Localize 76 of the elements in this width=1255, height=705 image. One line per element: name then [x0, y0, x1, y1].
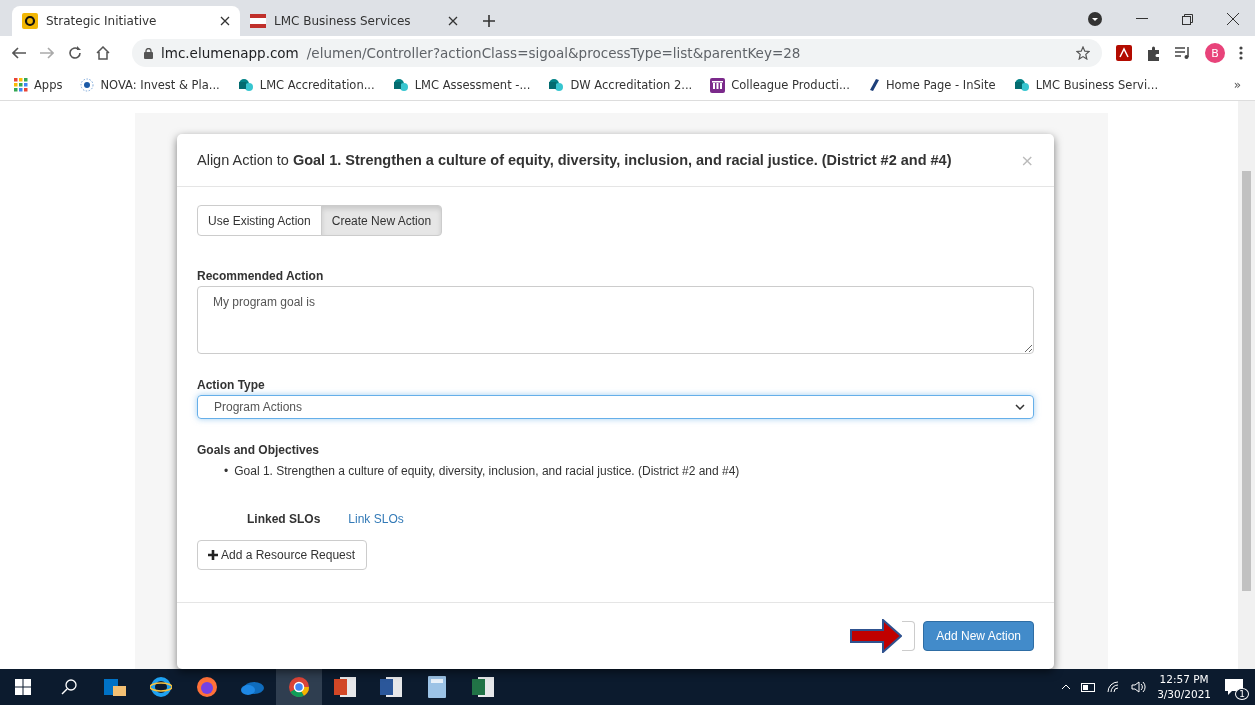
close-icon[interactable]: [1227, 13, 1239, 25]
pdf-icon[interactable]: [1116, 45, 1132, 61]
back-icon[interactable]: [12, 47, 26, 59]
windows-icon: [15, 679, 31, 695]
cloud-icon: [548, 78, 565, 92]
browser-icon[interactable]: [288, 676, 310, 698]
bullet: •: [224, 463, 229, 479]
action-type-select[interactable]: Program Actions: [197, 395, 1034, 419]
chevron-icon[interactable]: [1061, 684, 1072, 690]
bookmark[interactable]: LMC Business Servi...: [1013, 78, 1159, 92]
browser-tab[interactable]: Strategic Initiative: [12, 6, 240, 36]
cloud-icon: [1013, 78, 1030, 92]
bookmark[interactable]: NOVA: Invest & Pla...: [80, 78, 220, 92]
plus-icon[interactable]: [482, 14, 496, 28]
arrow-icon: [850, 619, 903, 653]
close-icon[interactable]: [448, 16, 458, 26]
link-slos-link[interactable]: Link SLOs: [348, 512, 404, 526]
notification-count: 1: [1235, 688, 1249, 700]
globe-icon[interactable]: [150, 676, 172, 698]
menu-icon[interactable]: [1239, 46, 1243, 60]
add-new-action-button[interactable]: Add New Action: [923, 621, 1034, 651]
field-label: Recommended Action: [197, 269, 325, 283]
bookmark[interactable]: LMC Accreditation...: [237, 78, 375, 92]
profile-menu-icon[interactable]: [1088, 12, 1102, 26]
more-bookmarks[interactable]: »: [1233, 78, 1241, 92]
building-icon: [710, 77, 726, 93]
restore-icon[interactable]: [1182, 13, 1193, 25]
lock-icon: [144, 47, 153, 59]
minimize-icon[interactable]: [1136, 18, 1148, 20]
slides-icon[interactable]: [334, 677, 356, 697]
url-host: lmc.elumenapp.com: [161, 45, 299, 61]
puzzle-icon[interactable]: [1146, 45, 1161, 61]
recommended-action-field[interactable]: My program goal is: [197, 286, 1034, 354]
browser-tab[interactable]: LMC Business Services: [240, 6, 468, 36]
cloud-icon: [392, 78, 409, 92]
bookmark[interactable]: Apps: [14, 78, 63, 92]
field-label: Action Type: [197, 378, 266, 392]
home-icon[interactable]: [96, 46, 110, 60]
grid-icon: [14, 78, 28, 92]
add-resource-button[interactable]: Add a Resource Request: [197, 540, 368, 570]
mail-icon[interactable]: [104, 677, 126, 697]
taskbar-app[interactable]: [276, 669, 322, 705]
address-bar[interactable]: lmc.elumenapp.com /elumen/Controller?actionClass=sigoal&processType=list&parentKey=28: [132, 39, 1102, 67]
reload-icon[interactable]: [68, 46, 82, 60]
modal-title: Align Action to Goal 1. Strengthen a culture of equity, diversity, inclusion, and racial justice. (District #2 and #4): [197, 152, 953, 168]
bookmark[interactable]: Home Page - InSite: [867, 78, 996, 92]
search-icon: [61, 679, 77, 695]
document-icon[interactable]: [380, 677, 402, 697]
profile-avatar[interactable]: B: [1205, 43, 1225, 63]
url-path: /elumen/Controller?actionClass=sigoal&processType=list&parentKey=28: [306, 45, 801, 61]
field-label: Linked SLOs: [247, 512, 321, 526]
playlist-icon[interactable]: [1175, 47, 1191, 59]
logo-icon: [22, 13, 38, 29]
goal-item: Goal 1. Strengthen a culture of equity, diversity, inclusion, and racial justice. (District #2 and #4): [234, 463, 740, 479]
cloud-icon: [237, 78, 254, 92]
bookmark[interactable]: DW Accreditation 2...: [548, 78, 693, 92]
battery-icon[interactable]: [1081, 682, 1098, 692]
fox-icon[interactable]: [196, 676, 218, 698]
bookmark[interactable]: Colleague Producti...: [710, 77, 850, 93]
clock[interactable]: 12:57 PM 3/30/2021: [1157, 672, 1211, 702]
bookmark[interactable]: LMC Assessment -...: [392, 78, 531, 92]
pen-icon: [867, 78, 880, 92]
plus-icon: [208, 550, 218, 560]
star-icon[interactable]: [1076, 46, 1090, 60]
logo-icon: [250, 14, 266, 28]
notification-icon[interactable]: [1224, 678, 1244, 696]
scrollbar[interactable]: [1238, 101, 1255, 669]
close-icon[interactable]: [220, 16, 230, 26]
toggle-button[interactable]: Use Existing Action: [197, 205, 322, 236]
chevron-icon: [1015, 404, 1025, 410]
cloud-icon[interactable]: [240, 679, 266, 695]
sun-icon: [80, 78, 95, 92]
section-heading: Goals and Objectives: [197, 443, 321, 457]
speaker-icon[interactable]: [1131, 681, 1148, 693]
toggle-button[interactable]: Create New Action: [320, 205, 443, 236]
spreadsheet-icon[interactable]: [472, 677, 494, 697]
